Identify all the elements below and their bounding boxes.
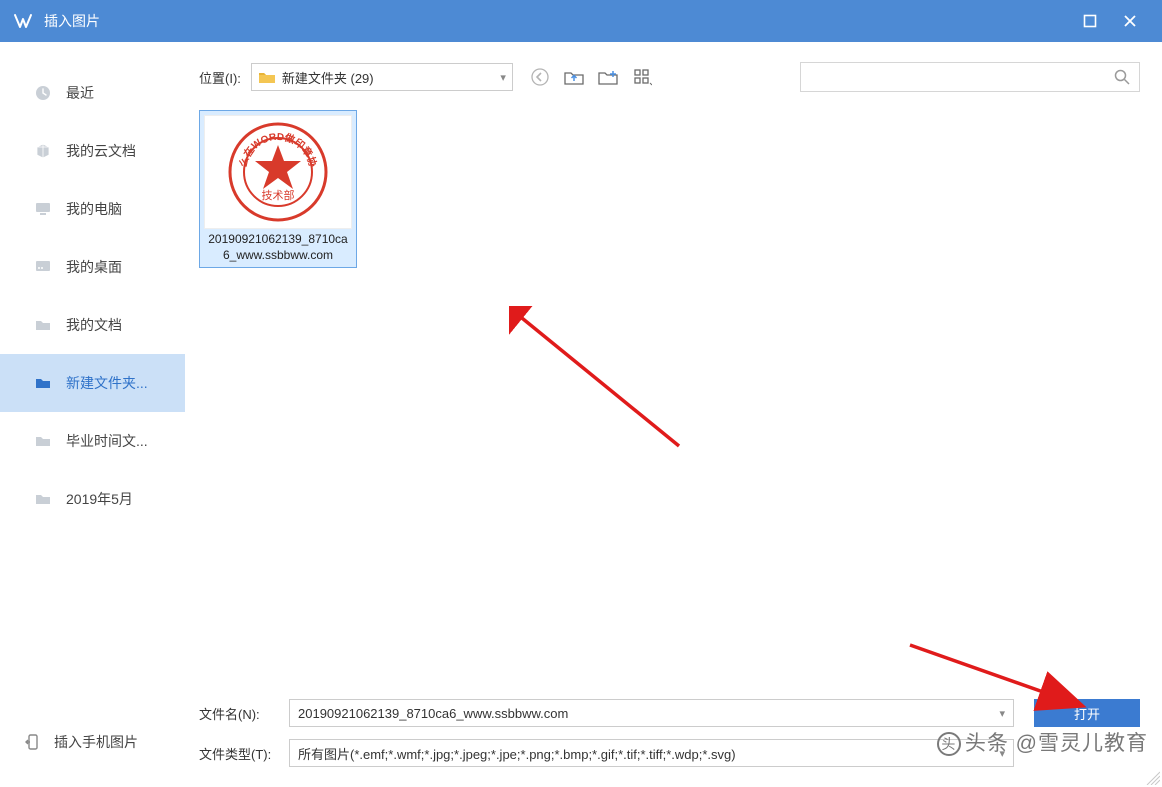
close-button[interactable]	[1110, 0, 1150, 42]
app-logo-icon	[12, 10, 34, 32]
maximize-button[interactable]	[1070, 0, 1110, 42]
titlebar: 插入图片	[0, 0, 1162, 42]
sidebar-item-label: 最近	[66, 83, 94, 103]
chevron-down-icon: ▾	[500, 71, 506, 84]
sidebar-item-label: 毕业时间文...	[66, 431, 148, 451]
path-dropdown[interactable]: 新建文件夹 (29) ▾	[251, 63, 513, 91]
search-box[interactable]	[800, 62, 1140, 92]
folder-icon	[34, 432, 52, 450]
folder-icon	[34, 316, 52, 334]
folder-icon	[34, 374, 52, 392]
folder-icon	[258, 70, 276, 84]
search-icon	[1113, 68, 1131, 86]
cube-icon	[34, 142, 52, 160]
insert-phone-picture-button[interactable]: 插入手机图片	[0, 719, 185, 765]
filename-input[interactable]: 20190921062139_8710ca6_www.ssbbww.com ▾	[289, 699, 1014, 727]
location-label: 位置(I):	[199, 68, 241, 87]
sidebar-item-label: 2019年5月	[66, 489, 133, 509]
svg-text:技术部: 技术部	[262, 188, 295, 202]
phone-export-icon	[24, 733, 42, 751]
filename-value: 20190921062139_8710ca6_www.ssbbww.com	[298, 706, 568, 721]
sidebar-item-recent[interactable]: 最近	[0, 64, 185, 122]
search-input[interactable]	[809, 70, 1113, 85]
sidebar-item-cloud-docs[interactable]: 我的云文档	[0, 122, 185, 180]
path-text: 新建文件夹 (29)	[282, 68, 374, 87]
file-area: 怎么在WORD做印章协会 技术部 20190921062139_8710ca6_…	[199, 94, 1140, 687]
resize-grip-icon[interactable]	[1146, 771, 1160, 785]
file-thumbnail: 怎么在WORD做印章协会 技术部	[204, 115, 352, 229]
filename-label: 文件名(N):	[199, 704, 289, 723]
sidebar: 最近 我的云文档 我的电脑 我的桌面 我的文档 新建文件夹... 毕业时间文..…	[0, 42, 185, 787]
sidebar-item-graduation[interactable]: 毕业时间文...	[0, 412, 185, 470]
main-panel: 位置(I): 新建文件夹 (29) ▾	[185, 42, 1162, 787]
sidebar-item-label: 我的电脑	[66, 199, 122, 219]
sidebar-item-new-folder[interactable]: 新建文件夹...	[0, 354, 185, 412]
clock-icon	[34, 84, 52, 102]
sidebar-item-label: 我的文档	[66, 315, 122, 335]
desktop-icon	[34, 258, 52, 276]
new-folder-button[interactable]	[593, 63, 623, 91]
sidebar-item-label: 我的云文档	[66, 141, 136, 161]
filetype-dropdown[interactable]: 所有图片(*.emf;*.wmf;*.jpg;*.jpeg;*.jpe;*.pn…	[289, 739, 1014, 767]
back-button[interactable]	[525, 63, 555, 91]
open-button[interactable]: 打开	[1034, 699, 1140, 727]
window-title: 插入图片	[44, 11, 1070, 31]
chevron-down-icon: ▾	[999, 747, 1005, 760]
folder-icon	[34, 490, 52, 508]
annotation-arrow-icon	[509, 306, 709, 466]
chevron-down-icon: ▾	[999, 707, 1005, 720]
view-mode-button[interactable]	[627, 63, 657, 91]
file-name-label: 20190921062139_8710ca6_www.ssbbww.com	[204, 231, 352, 263]
sidebar-item-2019-05[interactable]: 2019年5月	[0, 470, 185, 528]
bottom-panel: 文件名(N): 20190921062139_8710ca6_www.ssbbw…	[199, 687, 1140, 773]
filetype-label: 文件类型(T):	[199, 744, 289, 763]
sidebar-item-label: 新建文件夹...	[66, 373, 148, 393]
sidebar-item-label: 我的桌面	[66, 257, 122, 277]
insert-phone-label: 插入手机图片	[54, 732, 138, 752]
sidebar-item-my-computer[interactable]: 我的电脑	[0, 180, 185, 238]
filetype-value: 所有图片(*.emf;*.wmf;*.jpg;*.jpeg;*.jpe;*.pn…	[298, 744, 736, 763]
monitor-icon	[34, 200, 52, 218]
toolbar: 位置(I): 新建文件夹 (29) ▾	[199, 60, 1140, 94]
up-folder-button[interactable]	[559, 63, 589, 91]
sidebar-item-desktop[interactable]: 我的桌面	[0, 238, 185, 296]
file-item[interactable]: 怎么在WORD做印章协会 技术部 20190921062139_8710ca6_…	[199, 110, 357, 268]
sidebar-item-my-documents[interactable]: 我的文档	[0, 296, 185, 354]
